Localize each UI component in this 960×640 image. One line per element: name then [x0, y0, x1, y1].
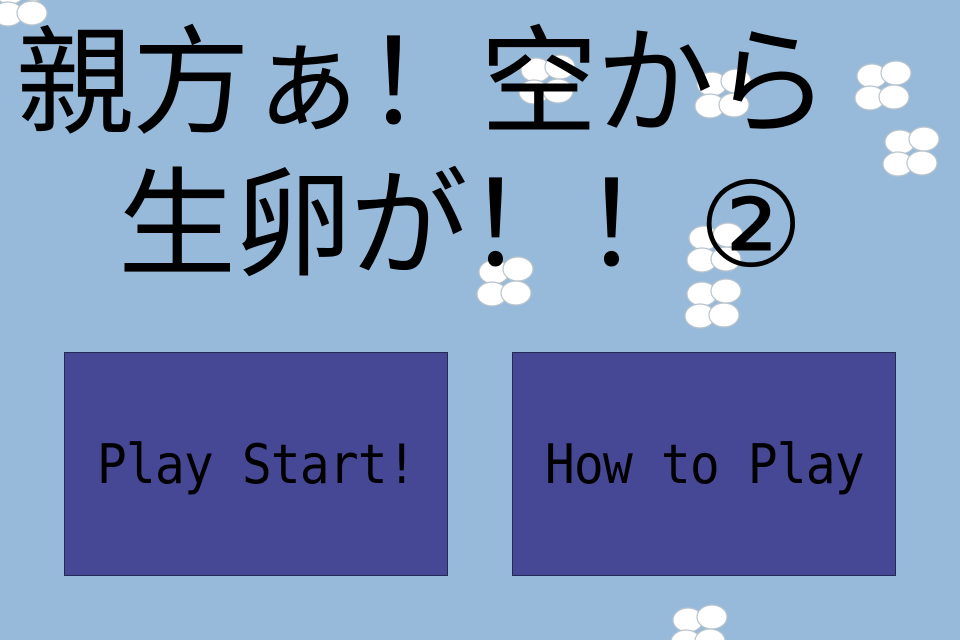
title-line-1: 親方ぁ！空から: [16, 14, 830, 152]
play-start-label: Play Start!: [96, 432, 417, 496]
egg-cluster-icon: [670, 604, 728, 640]
how-to-play-button[interactable]: How to Play: [512, 352, 896, 576]
title-screen: 親方ぁ！空から 生卵が！！② Play Start! How to Play: [0, 0, 960, 640]
how-to-play-label: How to Play: [544, 432, 865, 496]
game-title: 親方ぁ！空から 生卵が！！②: [0, 0, 960, 320]
title-line-2: 生卵が！！②: [118, 156, 804, 294]
play-start-button[interactable]: Play Start!: [64, 352, 448, 576]
